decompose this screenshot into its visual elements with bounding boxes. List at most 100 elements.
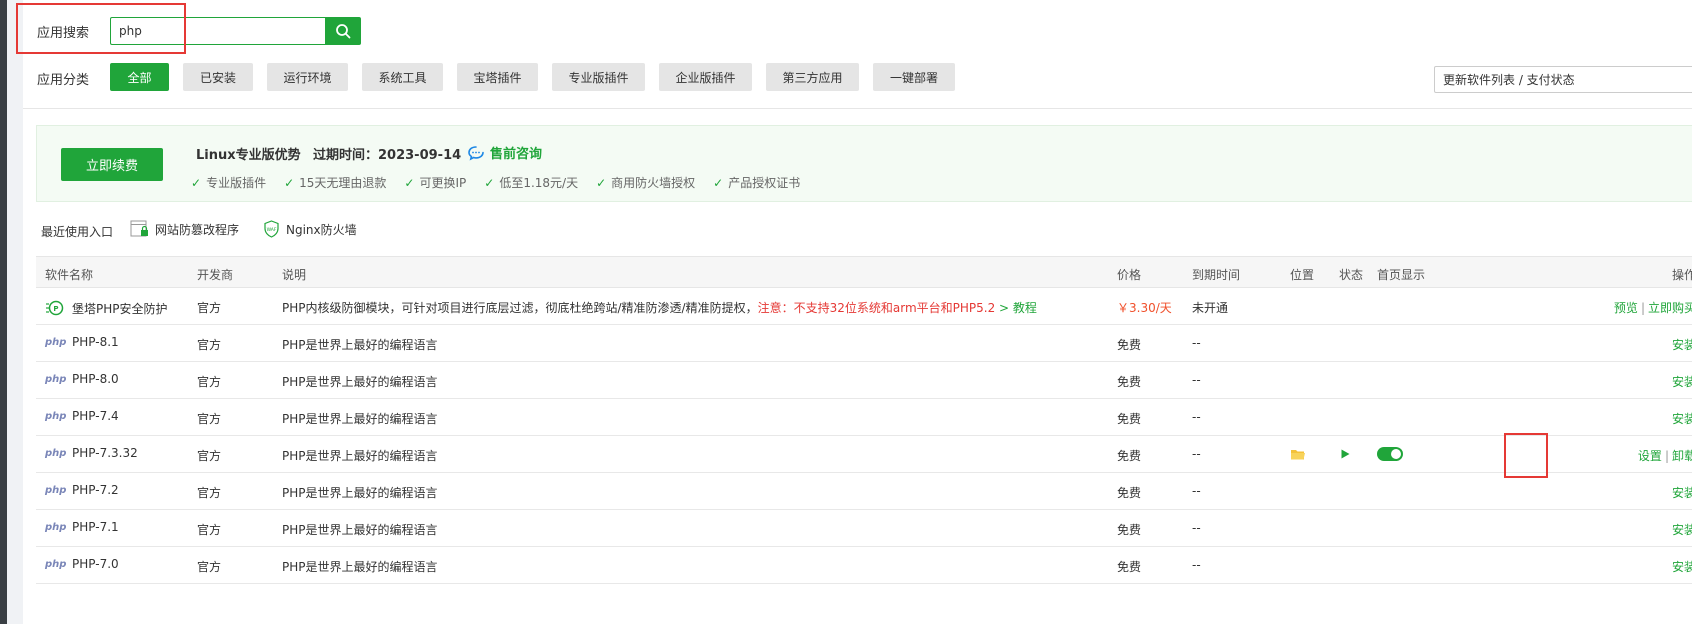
category-one-click-deploy[interactable]: 一键部署 — [873, 63, 955, 91]
developer: 官方 — [197, 412, 222, 426]
check-icon: ✓ — [191, 175, 202, 190]
search-button[interactable] — [325, 17, 361, 45]
software-name: PHP-8.1 — [72, 335, 119, 349]
install-link[interactable]: 安装 — [1672, 558, 1692, 575]
play-icon — [1341, 449, 1350, 459]
search-icon — [336, 24, 351, 39]
price: 免费 — [1117, 560, 1142, 574]
operation-cell: 设置 | 卸载 — [1638, 447, 1692, 464]
php-security-icon: P — [46, 300, 64, 316]
table-row: php PHP-7.3.32 官方 PHP是世界上最好的编程语言 免费 -- 设置… — [36, 436, 1692, 473]
header-expire: 到期时间 — [1192, 268, 1241, 282]
content-gutter — [7, 0, 23, 624]
category-system-tools[interactable]: 系统工具 — [362, 63, 443, 91]
software-name-cell: php PHP-7.0 — [45, 557, 119, 571]
benefit-item: ✓ 15天无理由退款 — [284, 174, 386, 191]
chat-bubble-icon — [468, 145, 484, 161]
description: PHP是世界上最好的编程语言 — [282, 449, 438, 463]
buy-now-link[interactable]: 立即购买 — [1648, 301, 1692, 315]
table-row: php PHP-8.1 官方 PHP是世界上最好的编程语言 免费 -- 安装 — [36, 325, 1692, 362]
category-tabs: 全部 已安装 运行环境 系统工具 宝塔插件 专业版插件 企业版插件 第三方应用 … — [110, 63, 955, 91]
expire-time: -- — [1192, 336, 1201, 350]
home-display-toggle[interactable] — [1377, 447, 1403, 461]
php-icon: php — [45, 336, 67, 348]
description: PHP是世界上最好的编程语言 — [282, 375, 438, 389]
category-bt-plugins[interactable]: 宝塔插件 — [457, 63, 538, 91]
header-price: 价格 — [1117, 268, 1142, 282]
table-row: php PHP-7.0 官方 PHP是世界上最好的编程语言 免费 -- 安装 — [36, 547, 1692, 584]
check-icon: ✓ — [404, 175, 415, 190]
header-home-display: 首页显示 — [1377, 268, 1426, 282]
expire-time: -- — [1192, 447, 1201, 461]
install-link[interactable]: 安装 — [1672, 373, 1692, 390]
software-name: PHP-7.1 — [72, 520, 119, 534]
header-name: 软件名称 — [45, 268, 94, 282]
php-icon: php — [45, 484, 67, 496]
check-icon: ✓ — [596, 175, 607, 190]
software-table: 软件名称 开发商 说明 价格 到期时间 位置 状态 首页显示 操作 P 堡塔PH… — [36, 256, 1692, 584]
table-row: P 堡塔PHP安全防护 官方 PHP内核级防御模块，可针对项目进行底层过滤，彻底… — [36, 288, 1692, 325]
benefit-label: 专业版插件 — [206, 176, 267, 190]
install-link[interactable]: 安装 — [1672, 410, 1692, 427]
start-service-button[interactable] — [1339, 448, 1351, 463]
op-separator: | — [1640, 301, 1645, 315]
php-icon: php — [45, 447, 67, 459]
description: PHP是世界上最好的编程语言 — [282, 412, 438, 426]
op-separator: | — [1664, 449, 1669, 463]
software-name-cell: P 堡塔PHP安全防护 — [45, 298, 168, 318]
presale-consult-label: 售前咨询 — [490, 147, 543, 162]
benefit-item: ✓ 专业版插件 — [191, 174, 266, 191]
developer: 官方 — [197, 560, 222, 574]
refresh-software-list-button[interactable]: 更新软件列表 / 支付状态 — [1434, 66, 1692, 93]
recent-anti-tamper[interactable]: 网站防篡改程序 — [130, 220, 239, 238]
preview-link[interactable]: 预览 — [1614, 301, 1638, 315]
category-installed[interactable]: 已安装 — [183, 63, 253, 91]
renew-now-button[interactable]: 立即续费 — [61, 148, 163, 181]
description: PHP是世界上最好的编程语言 — [282, 486, 438, 500]
software-name-cell: php PHP-7.3.32 — [45, 446, 138, 460]
recent-item-label: 网站防篡改程序 — [155, 222, 240, 237]
open-folder-button[interactable] — [1290, 448, 1306, 464]
category-pro-plugins[interactable]: 专业版插件 — [552, 63, 645, 91]
software-name-cell: php PHP-7.4 — [45, 409, 119, 423]
benefit-item: ✓ 可更换IP — [404, 174, 466, 191]
description: PHP是世界上最好的编程语言 — [282, 338, 438, 352]
price: 免费 — [1117, 486, 1142, 500]
table-row: php PHP-7.4 官方 PHP是世界上最好的编程语言 免费 -- 安装 — [36, 399, 1692, 436]
search-input[interactable] — [110, 17, 326, 45]
anti-tamper-icon — [130, 220, 148, 237]
description: PHP是世界上最好的编程语言 — [282, 560, 438, 574]
toggle-switch[interactable] — [1377, 447, 1403, 461]
settings-link[interactable]: 设置 — [1638, 449, 1662, 463]
install-link[interactable]: 安装 — [1672, 484, 1692, 501]
tutorial-link[interactable]: > 教程 — [999, 301, 1037, 315]
php-icon: php — [45, 558, 67, 570]
install-link[interactable]: 安装 — [1672, 336, 1692, 353]
header-description: 说明 — [282, 268, 307, 282]
check-icon: ✓ — [484, 175, 495, 190]
folder-icon — [1291, 450, 1305, 460]
price: 免费 — [1117, 412, 1142, 426]
benefit-label: 15天无理由退款 — [299, 176, 387, 190]
category-third-party[interactable]: 第三方应用 — [766, 63, 859, 91]
description-warning: 注意：不支持32位系统和arm平台和PHP5.2 — [757, 301, 996, 315]
promo-title: Linux专业版优势 — [196, 148, 301, 163]
presale-consult-link[interactable]: 售前咨询 — [467, 143, 542, 162]
category-all[interactable]: 全部 — [110, 63, 169, 91]
category-enterprise-plugins[interactable]: 企业版插件 — [659, 63, 752, 91]
header-developer: 开发商 — [197, 268, 234, 282]
header-state: 状态 — [1339, 268, 1364, 282]
header-operation: 操作 — [1671, 268, 1692, 282]
uninstall-link[interactable]: 卸载 — [1672, 449, 1692, 463]
software-name: PHP-7.2 — [72, 483, 119, 497]
operation-cell: 预览 | 立即购买 — [1614, 299, 1692, 316]
recent-item-label: Nginx防火墙 — [286, 222, 357, 237]
benefit-label: 产品授权证书 — [728, 176, 801, 190]
benefit-label: 可更换IP — [419, 176, 467, 190]
category-runtime[interactable]: 运行环境 — [267, 63, 348, 91]
check-icon: ✓ — [713, 175, 724, 190]
install-link[interactable]: 安装 — [1672, 521, 1692, 538]
expire-time: -- — [1192, 521, 1201, 535]
header-position: 位置 — [1290, 268, 1315, 282]
recent-nginx-waf[interactable]: WAF Nginx防火墙 — [263, 220, 357, 238]
